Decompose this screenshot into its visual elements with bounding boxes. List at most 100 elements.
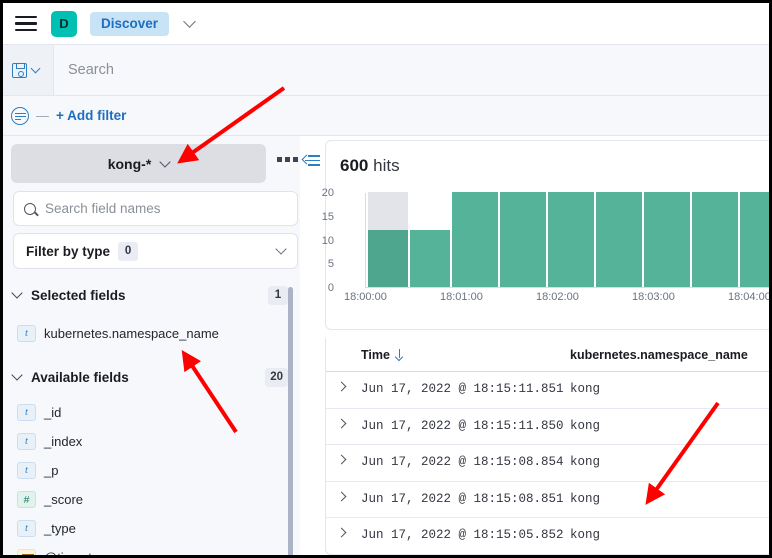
hamburger-menu-icon[interactable] xyxy=(15,15,37,32)
histogram-card: 600 hits 0 5 10 15 20 18:00:00 18:01:00 … xyxy=(322,140,769,330)
search-field-names-input[interactable] xyxy=(45,201,297,216)
cell-namespace: kong xyxy=(570,418,601,433)
top-navigation-bar: D Discover xyxy=(3,3,769,45)
column-header-time[interactable]: Time xyxy=(361,348,404,362)
cell-namespace: kong xyxy=(570,455,601,469)
hits-over-time-histogram[interactable]: 0 5 10 15 20 18:00:00 18:01:00 18:02:00 … xyxy=(322,187,769,303)
date-field-type-icon xyxy=(17,549,36,555)
histogram-bar[interactable] xyxy=(410,230,450,287)
chevron-down-icon xyxy=(11,287,23,299)
filter-by-type-dropdown[interactable]: Filter by type 0 xyxy=(13,233,298,269)
add-filter-button[interactable]: + Add filter xyxy=(56,108,126,123)
expand-row-icon[interactable] xyxy=(336,381,347,392)
histogram-bar[interactable] xyxy=(596,192,642,287)
table-row[interactable]: Jun 17, 2022 @ 18:15:05.852 kong xyxy=(326,518,769,554)
hits-word: hits xyxy=(373,156,400,175)
cell-time: Jun 17, 2022 @ 18:15:05.852 xyxy=(361,528,564,542)
table-row[interactable]: Jun 17, 2022 @ 18:15:11.850 kong xyxy=(326,409,769,445)
main-panel: 600 hits 0 5 10 15 20 18:00:00 18:01:00 … xyxy=(322,140,769,555)
string-field-type-icon: t xyxy=(17,520,36,537)
screenshot-frame: D Discover — + Add filter kong-* Filter … xyxy=(0,0,772,558)
y-tick: 5 xyxy=(327,258,334,271)
selected-fields-label: Selected fields xyxy=(31,287,126,303)
search-icon xyxy=(24,202,36,215)
histogram-bar[interactable] xyxy=(500,192,546,287)
tab-discover[interactable]: Discover xyxy=(90,11,170,36)
histogram-bar[interactable] xyxy=(368,230,408,287)
chevron-down-icon[interactable] xyxy=(183,15,196,28)
chevron-down-icon xyxy=(275,243,287,255)
field-label: kubernetes.namespace_name xyxy=(44,326,219,341)
sidebar-field-kubernetes-namespace-name[interactable]: t kubernetes.namespace_name xyxy=(17,321,287,346)
available-fields-count: 20 xyxy=(265,367,288,387)
histogram-bar[interactable] xyxy=(644,192,690,287)
field-label: _score xyxy=(44,492,84,507)
cell-namespace: kong xyxy=(570,382,601,396)
three-dots-icon[interactable] xyxy=(277,157,298,162)
table-row[interactable]: Jun 17, 2022 @ 18:15:08.854 kong xyxy=(326,445,769,482)
sidebar-field-timestamp[interactable]: @timestamp xyxy=(17,545,287,555)
string-field-type-icon: t xyxy=(17,325,36,342)
index-pattern-selector[interactable]: kong-* xyxy=(11,144,266,183)
field-label: _p xyxy=(44,463,59,478)
table-header-row: Time kubernetes.namespace_name xyxy=(326,338,769,372)
field-sidebar: kong-* Filter by type 0 Selected fields … xyxy=(3,136,300,555)
filter-by-type-label: Filter by type xyxy=(26,243,111,259)
sidebar-field-index[interactable]: t _index xyxy=(17,429,287,454)
filter-list-icon[interactable] xyxy=(11,106,29,125)
cell-time: Jun 17, 2022 @ 18:15:11.851 xyxy=(361,382,564,396)
selected-fields-count: 1 xyxy=(268,285,288,305)
hits-count-label: 600 hits xyxy=(340,156,400,176)
x-tick: 18:04:00 xyxy=(728,291,769,303)
field-label: @timestamp xyxy=(44,550,117,555)
saved-query-button[interactable] xyxy=(3,45,54,95)
sidebar-field-p[interactable]: t _p xyxy=(17,458,287,483)
string-field-type-icon: t xyxy=(17,404,36,421)
field-label: _type xyxy=(44,521,76,536)
column-header-namespace[interactable]: kubernetes.namespace_name xyxy=(570,348,748,362)
cell-namespace: kong xyxy=(570,491,601,506)
histogram-bar[interactable] xyxy=(692,192,738,287)
field-search-box[interactable] xyxy=(13,191,298,226)
expand-row-icon[interactable] xyxy=(336,454,347,465)
sidebar-scrollbar[interactable] xyxy=(288,287,293,555)
kibana-discover-app: D Discover — + Add filter kong-* Filter … xyxy=(3,3,769,555)
histogram-plot-area[interactable]: 18:00:00 18:01:00 18:02:00 18:03:00 18:0… xyxy=(344,192,769,303)
chevron-down-icon xyxy=(11,369,23,381)
documents-table: Time kubernetes.namespace_name Jun 17, 2… xyxy=(325,338,769,555)
histogram-bar[interactable] xyxy=(740,192,769,287)
x-tick: 18:02:00 xyxy=(536,291,579,303)
field-label: _id xyxy=(44,405,62,420)
table-row[interactable]: Jun 17, 2022 @ 18:15:08.851 kong xyxy=(326,482,769,518)
x-tick: 18:01:00 xyxy=(440,291,483,303)
save-icon xyxy=(12,62,27,78)
query-bar xyxy=(3,45,769,96)
y-tick: 10 xyxy=(321,234,334,247)
search-input[interactable] xyxy=(54,45,769,95)
histogram-bar[interactable] xyxy=(548,192,594,287)
sidebar-field-type[interactable]: t _type xyxy=(17,516,287,541)
hits-number: 600 xyxy=(340,156,369,175)
sort-descending-arrow-icon[interactable] xyxy=(395,349,404,360)
chevron-down-icon xyxy=(30,63,41,73)
filter-by-type-count: 0 xyxy=(118,241,139,261)
expand-row-icon[interactable] xyxy=(336,527,347,538)
cell-namespace: kong xyxy=(570,528,601,542)
available-fields-section-header[interactable]: Available fields 20 xyxy=(11,366,288,388)
cell-time: Jun 17, 2022 @ 18:15:11.850 xyxy=(361,418,564,433)
available-fields-label: Available fields xyxy=(31,369,129,385)
string-field-type-icon: t xyxy=(17,433,36,450)
collapse-sidebar-icon[interactable] xyxy=(301,154,320,168)
table-row[interactable]: Jun 17, 2022 @ 18:15:11.851 kong xyxy=(326,372,769,409)
x-tick: 18:03:00 xyxy=(632,291,675,303)
expand-row-icon[interactable] xyxy=(336,491,347,501)
sidebar-field-score[interactable]: # _score xyxy=(17,487,287,512)
filter-bar: — + Add filter xyxy=(3,96,769,136)
y-tick: 15 xyxy=(321,210,334,223)
expand-row-icon[interactable] xyxy=(336,418,347,428)
sidebar-field-id[interactable]: t _id xyxy=(17,400,287,425)
histogram-bar[interactable] xyxy=(452,192,498,287)
avatar[interactable]: D xyxy=(51,10,77,37)
selected-fields-section-header[interactable]: Selected fields 1 xyxy=(11,284,288,306)
y-tick: 0 xyxy=(327,282,334,294)
